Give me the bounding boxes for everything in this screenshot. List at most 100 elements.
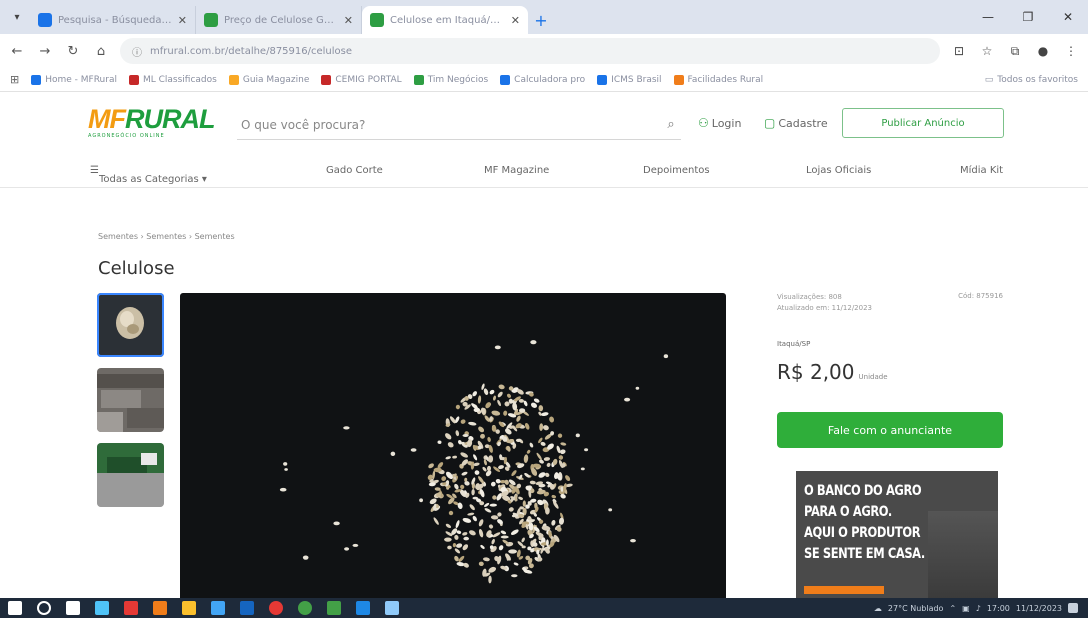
site-logo[interactable]: MFRURAL AGRONEGÓCIO ONLINE	[88, 104, 228, 139]
tab-favicon-icon	[38, 13, 52, 27]
breadcrumb[interactable]: Sementes › Sementes › Sementes	[98, 232, 235, 241]
bookmark-item[interactable]: Facilidades Rural	[673, 74, 763, 85]
search-icon[interactable]: ⌕	[661, 117, 681, 132]
product-price: R$ 2,00 Unidade	[777, 360, 888, 384]
taskbar-app-icon[interactable]	[95, 601, 109, 615]
taskbar-search-icon[interactable]	[37, 601, 51, 615]
thumbnail-image	[97, 293, 164, 357]
tab-search-icon[interactable]: ▾	[4, 4, 30, 30]
menu-icon[interactable]: ⋮	[1062, 44, 1080, 58]
profile-icon[interactable]: ●	[1034, 44, 1052, 58]
site-header: MFRURAL AGRONEGÓCIO ONLINE ⌕ ⚇ Login ▢ C…	[0, 92, 1088, 156]
tab-favicon-icon	[204, 13, 218, 27]
extensions-icon[interactable]: ⧉	[1006, 44, 1024, 59]
bookmark-item[interactable]: Tim Negócios	[413, 74, 488, 85]
close-tab-icon[interactable]: ✕	[511, 14, 520, 27]
window-close-icon[interactable]: ✕	[1048, 10, 1088, 24]
all-categories-menu[interactable]: ☰ Todas as Categorias ▾	[90, 165, 207, 185]
volume-icon[interactable]: ♪	[976, 604, 981, 613]
folder-icon: ▭	[984, 74, 994, 85]
weather-text[interactable]: 27°C Nublado	[888, 604, 944, 613]
minimize-icon[interactable]: —	[968, 10, 1008, 24]
browser-tab-2[interactable]: Preço de Celulose Granulada ✕	[196, 6, 362, 34]
search-input[interactable]	[237, 117, 661, 132]
bookmark-item[interactable]: ICMS Brasil	[597, 74, 662, 85]
task-view-icon[interactable]	[66, 601, 80, 615]
bookmark-item[interactable]: CEMIG PORTAL	[321, 74, 402, 85]
taskbar-app-icon[interactable]	[356, 601, 370, 615]
tab-favicon-icon	[370, 13, 384, 27]
product-main-image[interactable]	[180, 293, 726, 598]
contact-seller-button[interactable]: Fale com o anunciante	[777, 412, 1003, 448]
taskbar-app-icon[interactable]	[327, 601, 341, 615]
category-nav: ☰ Todas as Categorias ▾ Gado Corte MF Ma…	[0, 156, 1088, 188]
browser-tab-1[interactable]: Pesquisa - Búsqueda - Google ✕	[30, 6, 196, 34]
forward-icon[interactable]: →	[36, 44, 54, 59]
reload-icon[interactable]: ↻	[64, 44, 82, 59]
browser-tab-3[interactable]: Celulose em Itaquá/SP - MFRural ✕	[362, 6, 528, 34]
bookmark-favicon-icon	[31, 74, 42, 85]
bookmark-item[interactable]: Guia Magazine	[228, 74, 309, 85]
user-icon: ⚇	[698, 116, 709, 130]
page-title: Celulose	[98, 258, 175, 279]
product-thumbnail-2[interactable]	[97, 368, 164, 432]
whatsapp-icon[interactable]	[298, 601, 312, 615]
windows-taskbar: ☁ 27°C Nublado ⌃ ▣ ♪ 17:00 11/12/2023	[0, 598, 1088, 618]
taskbar-app-icon[interactable]	[182, 601, 196, 615]
maximize-icon[interactable]: ❐	[1008, 10, 1048, 24]
site-info-icon[interactable]: ⓘ	[132, 44, 142, 59]
nav-item-gado-corte[interactable]: Gado Corte	[326, 165, 383, 176]
thumbnail-image	[97, 368, 164, 432]
new-tab-icon[interactable]: +	[528, 7, 554, 33]
ad-orange-strip	[804, 586, 884, 594]
clock-time[interactable]: 17:00	[987, 604, 1010, 613]
nav-item-mf-magazine[interactable]: MF Magazine	[484, 165, 549, 176]
address-bar: ← → ↻ ⌂ ⓘ mfrural.com.br/detalhe/875916/…	[0, 34, 1088, 68]
tray-arrow-icon[interactable]: ⌃	[949, 604, 956, 613]
start-icon[interactable]	[8, 601, 22, 615]
taskbar-app-icon[interactable]	[153, 601, 167, 615]
apps-grid-icon[interactable]: ⊞	[10, 73, 19, 86]
ad-photo	[928, 511, 998, 598]
translate-icon[interactable]: ⊡	[950, 44, 968, 58]
bookmark-item[interactable]: Calculadora pro	[500, 74, 585, 85]
system-tray: ☁ 27°C Nublado ⌃ ▣ ♪ 17:00 11/12/2023	[874, 598, 1078, 618]
bookmark-star-icon[interactable]: ☆	[978, 44, 996, 58]
clock-date[interactable]: 11/12/2023	[1016, 604, 1062, 613]
chrome-icon[interactable]	[269, 601, 283, 615]
taskbar-app-icon[interactable]	[211, 601, 225, 615]
bookmark-favicon-icon	[500, 74, 511, 85]
signup-icon: ▢	[764, 116, 776, 130]
bookmark-favicon-icon	[673, 74, 684, 85]
back-icon[interactable]: ←	[8, 44, 26, 59]
product-thumbnail-1[interactable]	[97, 293, 164, 357]
nav-item-midia-kit[interactable]: Mídia Kit	[960, 165, 1003, 176]
product-thumbnail-3[interactable]	[97, 443, 164, 507]
all-bookmarks[interactable]: ▭ Todos os favoritos	[985, 75, 1078, 85]
close-tab-icon[interactable]: ✕	[178, 14, 187, 27]
bookmark-favicon-icon	[321, 74, 332, 85]
taskbar-app-icon[interactable]	[124, 601, 138, 615]
taskbar-app-icon[interactable]	[240, 601, 254, 615]
taskbar-app-icon[interactable]	[385, 601, 399, 615]
bookmark-favicon-icon	[128, 74, 139, 85]
notifications-icon[interactable]	[1068, 603, 1078, 613]
search-bar: ⌕	[237, 110, 681, 140]
ad-banner[interactable]: O BANCO DO AGRO PARA O AGRO. AQUI O PROD…	[796, 471, 998, 598]
publish-ad-button[interactable]: Publicar Anúncio	[842, 108, 1004, 138]
bookmark-favicon-icon	[597, 74, 608, 85]
signup-link[interactable]: ▢ Cadastre	[764, 116, 828, 130]
browser-tabbar: ▾ Pesquisa - Búsqueda - Google ✕ Preço d…	[0, 0, 1088, 34]
product-code: Cód: 875916	[958, 292, 1003, 300]
home-icon[interactable]: ⌂	[92, 44, 110, 59]
login-link[interactable]: ⚇ Login	[698, 116, 741, 130]
nav-item-lojas-oficiais[interactable]: Lojas Oficiais	[806, 165, 871, 176]
nav-item-depoimentos[interactable]: Depoimentos	[643, 165, 710, 176]
bookmark-item[interactable]: ML Classificados	[128, 74, 217, 85]
bookmark-item[interactable]: Home - MFRural	[31, 74, 117, 85]
weather-icon: ☁	[873, 603, 882, 613]
url-field[interactable]: ⓘ mfrural.com.br/detalhe/875916/celulose	[120, 38, 940, 64]
close-tab-icon[interactable]: ✕	[344, 14, 353, 27]
network-icon[interactable]: ▣	[962, 604, 970, 613]
bookmarks-bar: ⊞ Home - MFRural ML Classificados Guia M…	[0, 68, 1088, 92]
